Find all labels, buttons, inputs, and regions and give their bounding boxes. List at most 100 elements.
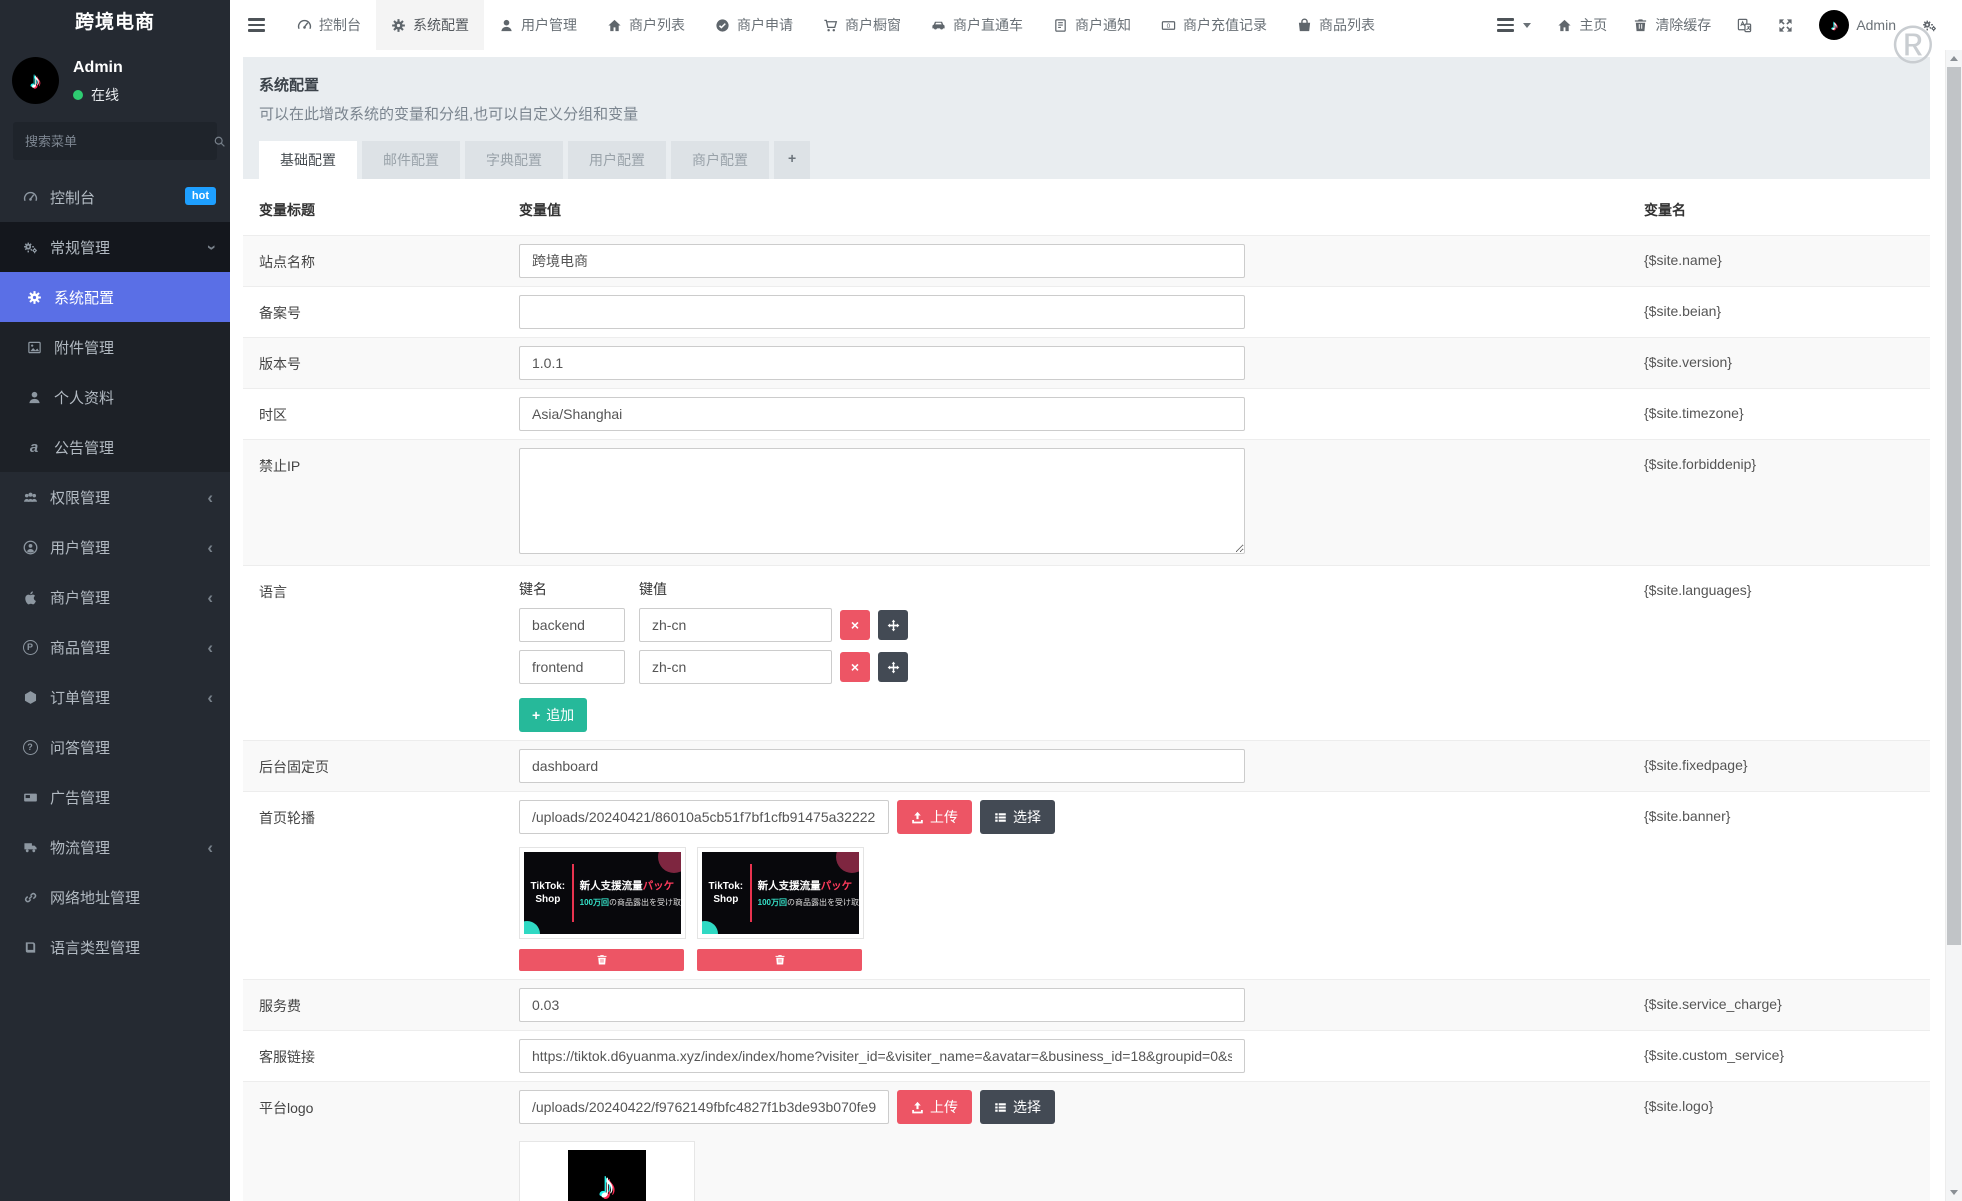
chevron-left-icon: ‹ (207, 837, 213, 857)
online-dot-icon (73, 90, 83, 100)
gauge-icon (297, 18, 312, 33)
scrollbar-thumb[interactable] (1947, 67, 1961, 945)
tab-1[interactable]: 邮件配置 (362, 141, 460, 179)
avatar[interactable]: ♪ (12, 57, 59, 104)
clear-cache-button[interactable]: 清除缓存 (1620, 0, 1724, 50)
custom-service-input[interactable] (519, 1039, 1245, 1073)
topnav-item-5[interactable]: 商户橱窗 (808, 0, 916, 50)
page-scrollbar[interactable] (1945, 50, 1962, 1201)
language-key-input[interactable] (519, 650, 625, 684)
chevron-left-icon: ‹ (207, 537, 213, 557)
list-icon (1497, 18, 1515, 32)
banner-delete-button[interactable] (519, 949, 684, 971)
config-row-fixedpage: 后台固定页 {$site.fixedpage} (243, 740, 1930, 791)
key-name-header: 键名 (519, 581, 547, 597)
version-input[interactable] (519, 346, 1245, 380)
config-row-site-name: 站点名称 {$site.name} (243, 235, 1930, 286)
service-charge-input[interactable] (519, 988, 1245, 1022)
add-tab-button[interactable]: + (774, 141, 811, 179)
sidebar-item-9[interactable]: P 商品管理 ‹ (0, 622, 230, 672)
logo-choose-button[interactable]: 选择 (980, 1090, 1055, 1124)
row-var-name: {$site.logo} (1644, 1098, 1714, 1114)
tab-2[interactable]: 字典配置 (465, 141, 563, 179)
timezone-input[interactable] (519, 397, 1245, 431)
tab-3[interactable]: 用户配置 (568, 141, 666, 179)
column-header-var: 变量名 (1644, 202, 1686, 218)
sidebar-item-10[interactable]: 订单管理 ‹ (0, 672, 230, 722)
banner-choose-button[interactable]: 选择 (980, 800, 1055, 834)
tiktok-logo-icon: ♪ (1830, 17, 1838, 33)
move-language-button[interactable] (878, 652, 908, 682)
tab-0[interactable]: 基础配置 (259, 141, 357, 179)
truck-icon (18, 840, 42, 855)
move-language-button[interactable] (878, 610, 908, 640)
cube-icon (18, 690, 42, 705)
person-icon (499, 18, 514, 33)
sidebar-item-2[interactable]: 系统配置 (0, 272, 230, 322)
row-var-name: {$site.forbiddenip} (1644, 456, 1757, 472)
notebook-icon (1053, 18, 1068, 33)
menu-search-input[interactable] (13, 133, 213, 149)
pink-circle-decor (658, 852, 681, 873)
topnav-item-7[interactable]: 商户通知 (1038, 0, 1146, 50)
logo-upload-button[interactable]: 上传 (897, 1090, 972, 1124)
banner-path-input[interactable] (519, 800, 889, 834)
language-subheaders: 键名 键值 (519, 579, 1644, 599)
topnav-item-8[interactable]: 0 商户充值记录 (1146, 0, 1282, 50)
forbidden-ip-textarea[interactable] (519, 448, 1245, 554)
scroll-down-arrow[interactable] (1946, 1184, 1962, 1201)
language-key-input[interactable] (519, 608, 625, 642)
sidebar-item-6[interactable]: 权限管理 ‹ (0, 472, 230, 522)
money-icon: 0 (1161, 18, 1176, 33)
topnav-item-3[interactable]: 商户列表 (592, 0, 700, 50)
topnav-item-4[interactable]: 商户申请 (700, 0, 808, 50)
sidebar-item-7[interactable]: 用户管理 ‹ (0, 522, 230, 572)
topnav-item-1[interactable]: 系统配置 (376, 0, 484, 50)
sidebar-menu: 控制台 hot 常规管理 ‹ 系统配置 附件管理 个人资料 a 公告管理 权限管理 ‹ 用户管理 ‹ 商户… (0, 172, 230, 972)
topnav-item-6[interactable]: 商户直通车 (916, 0, 1038, 50)
remove-language-button[interactable]: × (840, 652, 870, 682)
sidebar-item-12[interactable]: 广告管理 (0, 772, 230, 822)
banner-delete-button[interactable] (697, 949, 862, 971)
fullscreen-button[interactable] (1765, 0, 1806, 50)
remove-language-button[interactable]: × (840, 610, 870, 640)
home-link[interactable]: 主页 (1544, 0, 1620, 50)
topnav-item-2[interactable]: 用户管理 (484, 0, 592, 50)
site-name-input[interactable] (519, 244, 1245, 278)
sidebar-item-14[interactable]: 网络地址管理 (0, 872, 230, 922)
sidebar-item-15[interactable]: 语言类型管理 (0, 922, 230, 972)
config-row-forbidden-ip: 禁止IP {$site.forbiddenip} (243, 439, 1930, 565)
language-entry-0: × (519, 608, 1644, 642)
row-label: 平台logo (259, 1100, 314, 1116)
sidebar-item-1[interactable]: 常规管理 ‹ (0, 222, 230, 272)
car-icon (931, 18, 946, 33)
tab-4[interactable]: 商户配置 (671, 141, 769, 179)
sidebar-item-8[interactable]: 商户管理 ‹ (0, 572, 230, 622)
user-name: Admin (73, 59, 123, 76)
banner-upload-button[interactable]: 上传 (897, 800, 972, 834)
scroll-up-arrow[interactable] (1946, 50, 1962, 67)
sidebar-item-3[interactable]: 附件管理 (0, 322, 230, 372)
language-value-input[interactable] (639, 608, 832, 642)
topnav-item-9[interactable]: 商品列表 (1282, 0, 1390, 50)
fixedpage-input[interactable] (519, 749, 1245, 783)
topbar-menu-list-button[interactable] (1484, 0, 1544, 50)
topnav-item-0[interactable]: 控制台 (282, 0, 376, 50)
search-icon[interactable] (213, 135, 237, 148)
aletter-icon: a (29, 438, 39, 456)
sidebar-item-4[interactable]: 个人资料 (0, 372, 230, 422)
sidebar-item-13[interactable]: 物流管理 ‹ (0, 822, 230, 872)
logo-path-input[interactable] (519, 1090, 889, 1124)
sidebar-item-5[interactable]: a 公告管理 (0, 422, 230, 472)
append-language-button[interactable]: + 追加 (519, 698, 588, 732)
cogs-icon (18, 240, 42, 255)
translate-button[interactable] (1724, 0, 1765, 50)
table-header: 变量标题 变量值 变量名 (243, 179, 1930, 235)
beian-input[interactable] (519, 295, 1245, 329)
list-icon (994, 811, 1007, 824)
sidebar-toggle-button[interactable] (230, 0, 282, 50)
row-label: 备案号 (259, 305, 301, 321)
sidebar-item-11[interactable]: ? 问答管理 (0, 722, 230, 772)
sidebar-item-0[interactable]: 控制台 hot (0, 172, 230, 222)
language-value-input[interactable] (639, 650, 832, 684)
